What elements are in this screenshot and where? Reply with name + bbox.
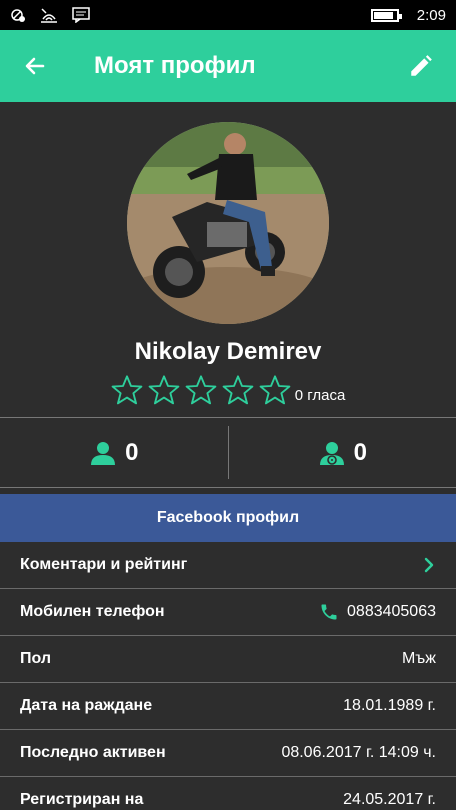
registered-value: 24.05.2017 г.	[343, 791, 436, 808]
phone-value: 0883405063	[347, 603, 436, 620]
registered-row: Регистриран на 24.05.2017 г.	[0, 777, 456, 810]
counters: 0 0	[0, 418, 456, 488]
comments-rating-row[interactable]: Коментари и рейтинг	[0, 542, 456, 589]
votes-count: 0 гласа	[294, 387, 346, 404]
comments-rating-label: Коментари и рейтинг	[20, 556, 188, 573]
message-icon	[72, 7, 90, 23]
profile-name: Nikolay Demirev	[134, 338, 322, 365]
gender-value: Мъж	[401, 650, 436, 667]
wifi-icon	[40, 7, 58, 23]
birthdate-row: Дата на раждане 18.01.1989 г.	[0, 683, 456, 730]
birthdate-value: 18.01.1989 г.	[343, 697, 436, 714]
driver-counter[interactable]: 0	[229, 418, 456, 487]
clock: 2:09	[416, 6, 446, 24]
back-button[interactable]	[20, 51, 50, 81]
avatar	[127, 122, 329, 324]
star-icon	[148, 375, 180, 405]
driver-icon	[319, 441, 344, 465]
phone-icon	[321, 604, 337, 620]
facebook-profile-label: Facebook профил	[156, 509, 300, 526]
status-bar: 2:09	[0, 0, 456, 30]
gender-row: Пол Мъж	[0, 636, 456, 683]
phone-label: Мобилен телефон	[20, 603, 165, 620]
star-icon	[222, 375, 254, 405]
star-icon	[259, 375, 291, 405]
page-title: Моят профил	[94, 52, 256, 79]
rating-stars	[111, 374, 291, 406]
last-active-row: Последно активен 08.06.2017 г. 14:09 ч.	[0, 730, 456, 777]
pencil-icon	[411, 55, 432, 76]
last-active-value: 08.06.2017 г. 14:09 ч.	[281, 744, 436, 761]
registered-label: Регистриран на	[20, 791, 144, 808]
driver-count: 0	[353, 438, 367, 466]
phone-row[interactable]: Мобилен телефон 0883405063	[0, 589, 456, 636]
rating: 0 гласа	[111, 374, 346, 406]
chevron-right-icon	[424, 557, 434, 573]
edit-profile-button[interactable]	[406, 51, 436, 81]
profile-header: Nikolay Demirev 0 гласа	[0, 102, 456, 418]
arrow-left-icon	[25, 57, 45, 75]
passenger-count: 0	[125, 438, 139, 466]
last-active-label: Последно активен	[20, 744, 166, 761]
star-icon	[185, 375, 217, 405]
star-icon	[111, 375, 143, 405]
gender-label: Пол	[20, 650, 52, 667]
facebook-profile-button[interactable]: Facebook профил	[0, 494, 456, 542]
status-icons	[10, 7, 90, 23]
birthdate-label: Дата на раждане	[20, 697, 153, 714]
person-icon	[91, 441, 116, 465]
passenger-counter[interactable]: 0	[0, 418, 228, 487]
do-not-disturb-icon	[10, 7, 26, 23]
app-bar: Моят профил	[0, 30, 456, 102]
battery-icon	[370, 8, 402, 22]
